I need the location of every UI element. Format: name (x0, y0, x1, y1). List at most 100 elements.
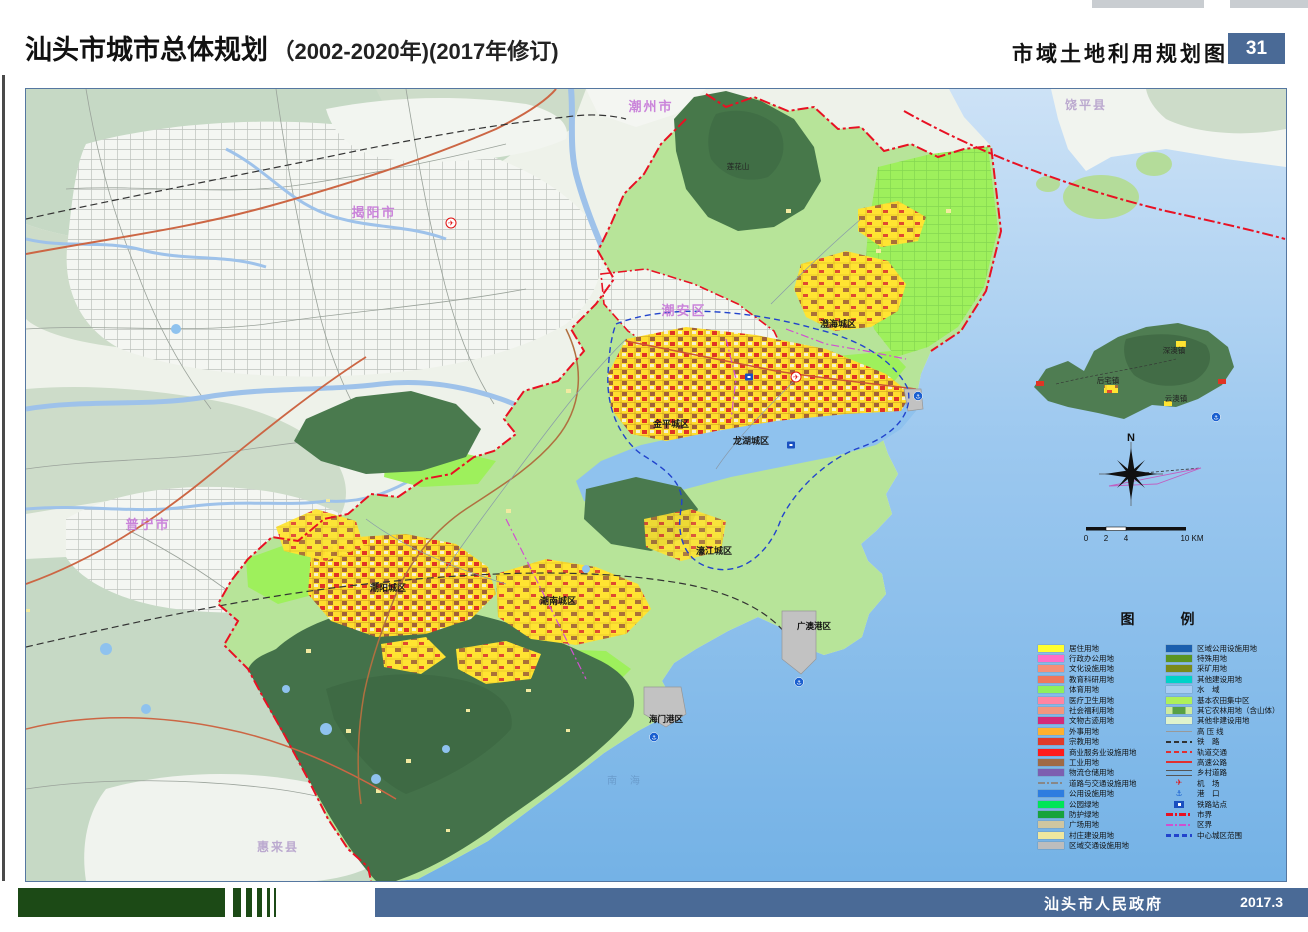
legend-item-label: 其他建设用地 (1197, 674, 1242, 685)
map-label: 4 (1124, 534, 1129, 543)
legend-item: 高 压 线 (1166, 726, 1283, 736)
legend-item-label: 公园绿地 (1069, 799, 1099, 810)
map-label: 龙湖城区 (732, 435, 769, 446)
legend-item: 中心城区范围 (1166, 830, 1283, 840)
legend-swatch (1166, 759, 1192, 766)
station-icon (745, 374, 753, 381)
legend-item: 公园绿地 (1038, 799, 1166, 809)
legend-swatch (1166, 717, 1192, 724)
legend-swatch (1038, 790, 1064, 797)
legend-item: 广场用地 (1038, 820, 1166, 830)
svg-text:⚓: ⚓ (796, 680, 801, 687)
legend-item-label: 特殊用地 (1197, 653, 1227, 664)
legend-item: 居住用地 (1038, 643, 1166, 653)
map-sheet-title: 市域土地利用规划图 (1012, 38, 1228, 68)
footer-green-block (18, 888, 225, 917)
legend-swatch: ⚓ (1166, 790, 1192, 797)
legend-item-label: 乡村道路 (1197, 767, 1227, 778)
legend-swatch (1166, 738, 1192, 745)
legend-item-label: 水 域 (1197, 684, 1220, 695)
map-label: 惠来县 (257, 839, 299, 854)
legend-swatch (1038, 655, 1064, 662)
legend-swatch (1166, 832, 1192, 839)
legend-swatch (1038, 832, 1064, 839)
map-label: 后宅镇 (1097, 375, 1120, 385)
legend-swatch (1166, 676, 1192, 683)
legend-item-label: 文化设施用地 (1069, 663, 1114, 674)
footer-stripe (257, 888, 262, 917)
map-label: 10 KM (1180, 534, 1203, 543)
legend: 图 例 居住用地行政办公用地文化设施用地教育科研用地体育用地医疗卫生用地社会福利… (1038, 609, 1283, 851)
legend-item-label: 机 场 (1197, 778, 1220, 789)
map-label: 广澳港区 (797, 621, 832, 631)
legend-swatch (1038, 707, 1064, 714)
legend-item: 文物古迹用地 (1038, 716, 1166, 726)
anchor-icon: ⚓ (795, 678, 804, 687)
legend-item-label: 体育用地 (1069, 684, 1099, 695)
legend-swatch (1038, 811, 1064, 818)
page: 汕头市城市总体规划 （2002-2020年)(2017年修订) 市域土地利用规划… (0, 0, 1308, 932)
plan-title: 汕头市城市总体规划 (25, 35, 268, 65)
legend-swatch (1166, 686, 1192, 693)
map-label: 海门港区 (649, 714, 684, 724)
legend-swatch (1166, 811, 1192, 818)
legend-item: 高速公路 (1166, 757, 1283, 767)
map-label: N (1127, 432, 1135, 444)
legend-item: 乡村道路 (1166, 768, 1283, 778)
legend-item-label: 商业服务业设施用地 (1069, 747, 1137, 758)
legend-item: 体育用地 (1038, 685, 1166, 695)
legend-item: 外事用地 (1038, 726, 1166, 736)
anchor-icon: ⚓ (1212, 413, 1221, 422)
legend-column-left: 居住用地行政办公用地文化设施用地教育科研用地体育用地医疗卫生用地社会福利用地文物… (1038, 643, 1166, 851)
legend-item: 村庄建设用地 (1038, 830, 1166, 840)
legend-item-label: 医疗卫生用地 (1069, 695, 1114, 706)
legend-item-label: 工业用地 (1069, 757, 1099, 768)
svg-text:✈: ✈ (448, 221, 454, 228)
legend-swatch (1038, 728, 1064, 735)
legend-swatch (1038, 842, 1064, 849)
legend-swatch (1166, 728, 1192, 735)
legend-item-label: 物流仓储用地 (1069, 767, 1114, 778)
map-label: 潮州市 (628, 99, 673, 114)
legend-item: 行政办公用地 (1038, 653, 1166, 663)
legend-swatch (1038, 686, 1064, 693)
map-label: 0 (1084, 534, 1089, 543)
legend-item-label: 区域交通设施用地 (1069, 840, 1129, 851)
legend-item: ⚓港 口 (1166, 788, 1283, 798)
map-label: 2 (1104, 534, 1109, 543)
map-label: 潮阳城区 (370, 582, 406, 593)
map-label: 莲花山 (727, 161, 750, 171)
legend-item-label: 宗教用地 (1069, 736, 1099, 747)
map-label: 金平城区 (652, 418, 689, 429)
legend-swatch (1166, 655, 1192, 662)
legend-item-label: 防护绿地 (1069, 809, 1099, 820)
legend-item: 铁路站点 (1166, 799, 1283, 809)
legend-item: 公用设施用地 (1038, 788, 1166, 798)
legend-item: 铁 路 (1166, 737, 1283, 747)
airport-icon: ✈ (791, 372, 801, 382)
legend-swatch (1038, 697, 1064, 704)
legend-item-label: 公用设施用地 (1069, 788, 1114, 799)
legend-item: 其他非建设用地 (1166, 716, 1283, 726)
legend-item: 教育科研用地 (1038, 674, 1166, 684)
legend-swatch (1038, 665, 1064, 672)
legend-item: 社会福利用地 (1038, 705, 1166, 715)
legend-swatch (1038, 801, 1064, 808)
legend-item-label: 采矿用地 (1197, 663, 1227, 674)
map-label: 澄海城区 (820, 318, 856, 329)
map-label: 普宁市 (125, 517, 170, 532)
legend-swatch (1166, 769, 1192, 776)
legend-title: 图 例 (1038, 609, 1283, 629)
map-canvas[interactable]: 潮州市饶平县揭阳市潮安区普宁市惠来县澄海城区龙湖城区金平城区濠江城区潮阳城区潮南… (25, 88, 1287, 882)
legend-item: 防护绿地 (1038, 809, 1166, 819)
legend-item: 区界 (1166, 820, 1283, 830)
map-label: 揭阳市 (351, 205, 396, 220)
legend-swatch (1166, 821, 1192, 828)
legend-item-label: 教育科研用地 (1069, 674, 1114, 685)
left-edge-bar (2, 75, 5, 881)
map-label: 云澳镇 (1165, 393, 1188, 403)
legend-item: 区域公用设施用地 (1166, 643, 1283, 653)
legend-item-label: 区域公用设施用地 (1197, 643, 1257, 654)
legend-item: 道路与交通设施用地 (1038, 778, 1166, 788)
map-label: 饶平县 (1065, 97, 1107, 112)
